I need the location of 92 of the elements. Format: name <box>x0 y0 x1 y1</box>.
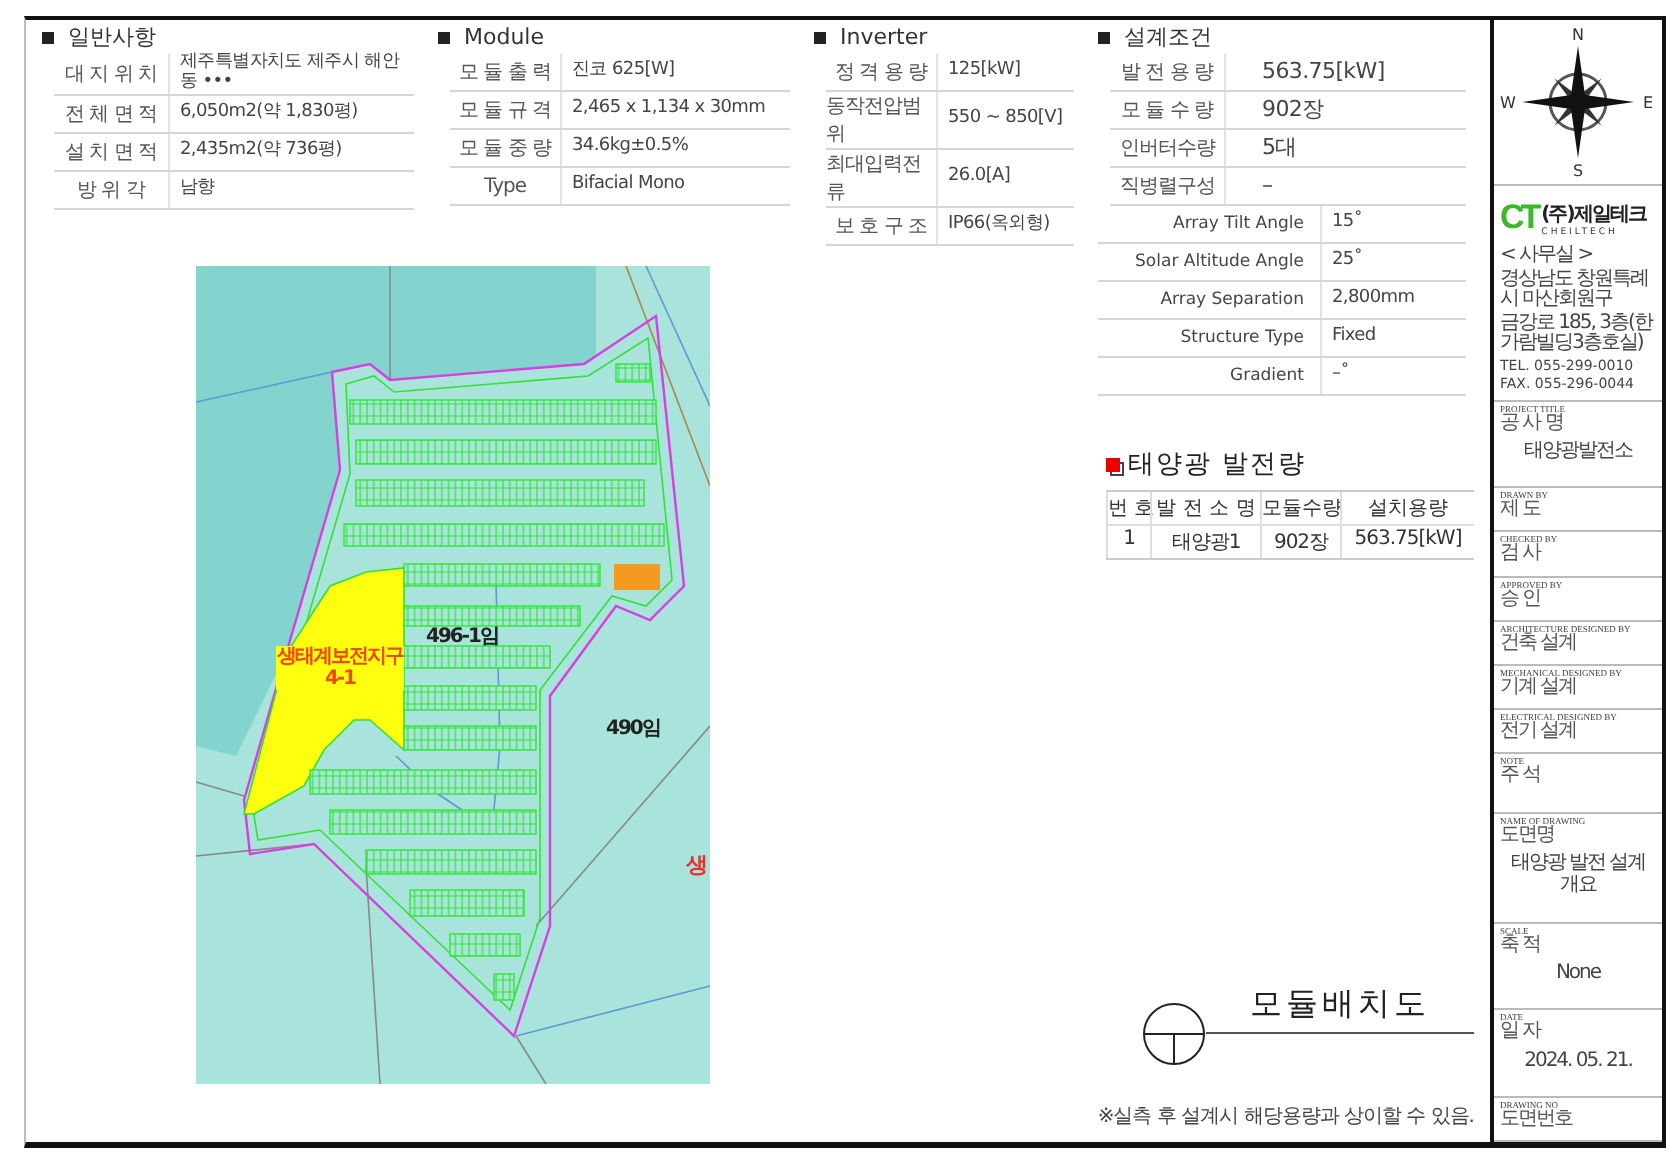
field-label: 인버터수량 <box>1110 130 1226 166</box>
field-value: 진코 625[W] <box>570 58 677 85</box>
field-value: 태양광 발전 설계 개요 <box>1508 852 1648 897</box>
field-value: 제주특별자치도 제주시 해안동 ••• <box>178 54 402 94</box>
field-value: 25˚ <box>1330 246 1365 275</box>
field-label: 주 석 <box>1500 766 1543 788</box>
field-label: 검 사 <box>1500 544 1544 566</box>
field-value: 563.75[kW] <box>1260 55 1387 88</box>
field-label: 정 격 용 량 <box>826 54 938 90</box>
field-label: 일 자 <box>1500 1022 1544 1044</box>
field-label: 동작전압범위 <box>826 92 938 148</box>
field-value: 34.6kg±0.5% <box>570 134 691 161</box>
field-label: 모 듈 출 력 <box>450 54 562 90</box>
field-label: 공 사 명 <box>1500 413 1563 434</box>
section-title: Module <box>464 24 544 50</box>
parcel-label: 496-1임 <box>426 626 498 648</box>
field-value: 6,050m2(약 1,830평) <box>178 99 360 126</box>
table-cell: 563.75[kW] <box>1340 524 1474 558</box>
field-label: Gradient <box>1098 358 1322 394</box>
section-title: 태양광 발전량 <box>1128 448 1307 482</box>
field-value: None <box>1553 962 1603 985</box>
field-label: 모 듈 수 량 <box>1110 92 1226 128</box>
field-value: 2,465 x 1,134 x 30mm <box>570 96 768 123</box>
field-label: 축 적 <box>1500 935 1543 957</box>
section-symbol-icon <box>1142 1002 1206 1066</box>
field-value: Fixed <box>1330 324 1378 351</box>
field-value: 15˚ <box>1330 208 1365 237</box>
field-label: 모 듈 중 량 <box>450 130 562 166</box>
section-title: Inverter <box>840 24 928 50</box>
drawing-title: 모듈배치도 <box>1250 984 1430 1026</box>
table-cell: 1 <box>1106 524 1150 558</box>
field-label: 설 치 면 적 <box>54 133 170 170</box>
field-label: 모 듈 규 격 <box>450 92 562 128</box>
field-label: 기계 설계 <box>1500 677 1577 699</box>
company-logo: CT <box>1500 198 1538 238</box>
field-label: 건축 설계 <box>1500 633 1577 655</box>
table-cell: 902장 <box>1260 524 1340 558</box>
note-text: ※실측 후 설계시 해당용량과 상이할 수 있음. <box>1095 1104 1474 1130</box>
field-label: 제 도 <box>1500 500 1543 522</box>
field-label: 전 체 면 적 <box>54 95 170 132</box>
field-label: Structure Type <box>1098 320 1322 356</box>
field-label: 직병렬구성 <box>1110 168 1226 204</box>
field-value: 남향 <box>178 175 217 202</box>
field-value: 550 ~ 850[V] <box>946 106 1065 133</box>
field-value: 902장 <box>1260 93 1326 126</box>
field-label: 발 전 용 량 <box>1110 54 1226 90</box>
field-value: – <box>1260 169 1275 202</box>
column-header: 발 전 소 명 <box>1150 492 1260 524</box>
bullet-icon <box>438 31 450 43</box>
field-label: Solar Altitude Angle <box>1098 244 1322 280</box>
section-title: 일반사항 <box>68 22 156 52</box>
field-value: 5대 <box>1260 131 1299 164</box>
compass-letter: E <box>1642 93 1654 111</box>
column-header: 번 호 <box>1106 492 1150 524</box>
field-value: 125[kW] <box>946 58 1023 85</box>
field-label: 방 위 각 <box>54 171 170 208</box>
field-label: Array Tilt Angle <box>1098 206 1322 242</box>
column-header: 모듈수량 <box>1260 492 1340 524</box>
field-label: 승 인 <box>1500 589 1541 611</box>
column-header: 설치용량 <box>1340 492 1474 524</box>
table-cell: 태양광1 <box>1150 524 1260 558</box>
bullet-icon <box>814 31 826 43</box>
field-label: 도면명 <box>1500 825 1554 847</box>
field-label: Array Separation <box>1098 282 1322 318</box>
field-value: 2,800mm <box>1330 286 1417 313</box>
field-value: –˚ <box>1330 360 1351 389</box>
zone-label: 생태계보전지구 4-1 <box>276 646 404 690</box>
field-value: IP66(옥외형) <box>946 212 1052 239</box>
field-value: 태양광발전소 <box>1522 440 1635 462</box>
compass-letter: S <box>1572 161 1584 179</box>
square-icon <box>1106 457 1120 471</box>
compass-letter: N <box>1572 25 1584 43</box>
field-value: 26.0[A] <box>946 164 1013 191</box>
company-name: (주)제일테크 <box>1541 201 1646 227</box>
field-label: 보 호 구 조 <box>826 208 938 244</box>
section-title: 설계조건 <box>1124 22 1212 52</box>
field-label: 도면번호 <box>1500 1109 1575 1131</box>
field-value: Bifacial Mono <box>570 172 687 199</box>
field-label: 전기 설계 <box>1500 722 1579 744</box>
bullet-icon <box>42 31 54 43</box>
map-label: 생 <box>686 854 706 879</box>
field-label: Type <box>450 168 562 204</box>
field-label: 대 지 위 치 <box>54 54 170 94</box>
compass-letter: W <box>1500 93 1516 111</box>
address-text: 금강로 185, 3층(한가람빌딩3층호실) <box>1500 313 1655 355</box>
parcel-label: 490임 <box>606 718 660 740</box>
field-value: 2024. 05. 21. <box>1522 1049 1634 1072</box>
field-value: 2,435m2(약 736평) <box>178 137 344 164</box>
field-label: 최대입력전류 <box>826 150 938 206</box>
bullet-icon <box>1098 31 1110 43</box>
office-label: < 사무실 > <box>1500 246 1595 267</box>
address-text: 경상남도 창원특례시 마산회원구 <box>1500 269 1651 311</box>
